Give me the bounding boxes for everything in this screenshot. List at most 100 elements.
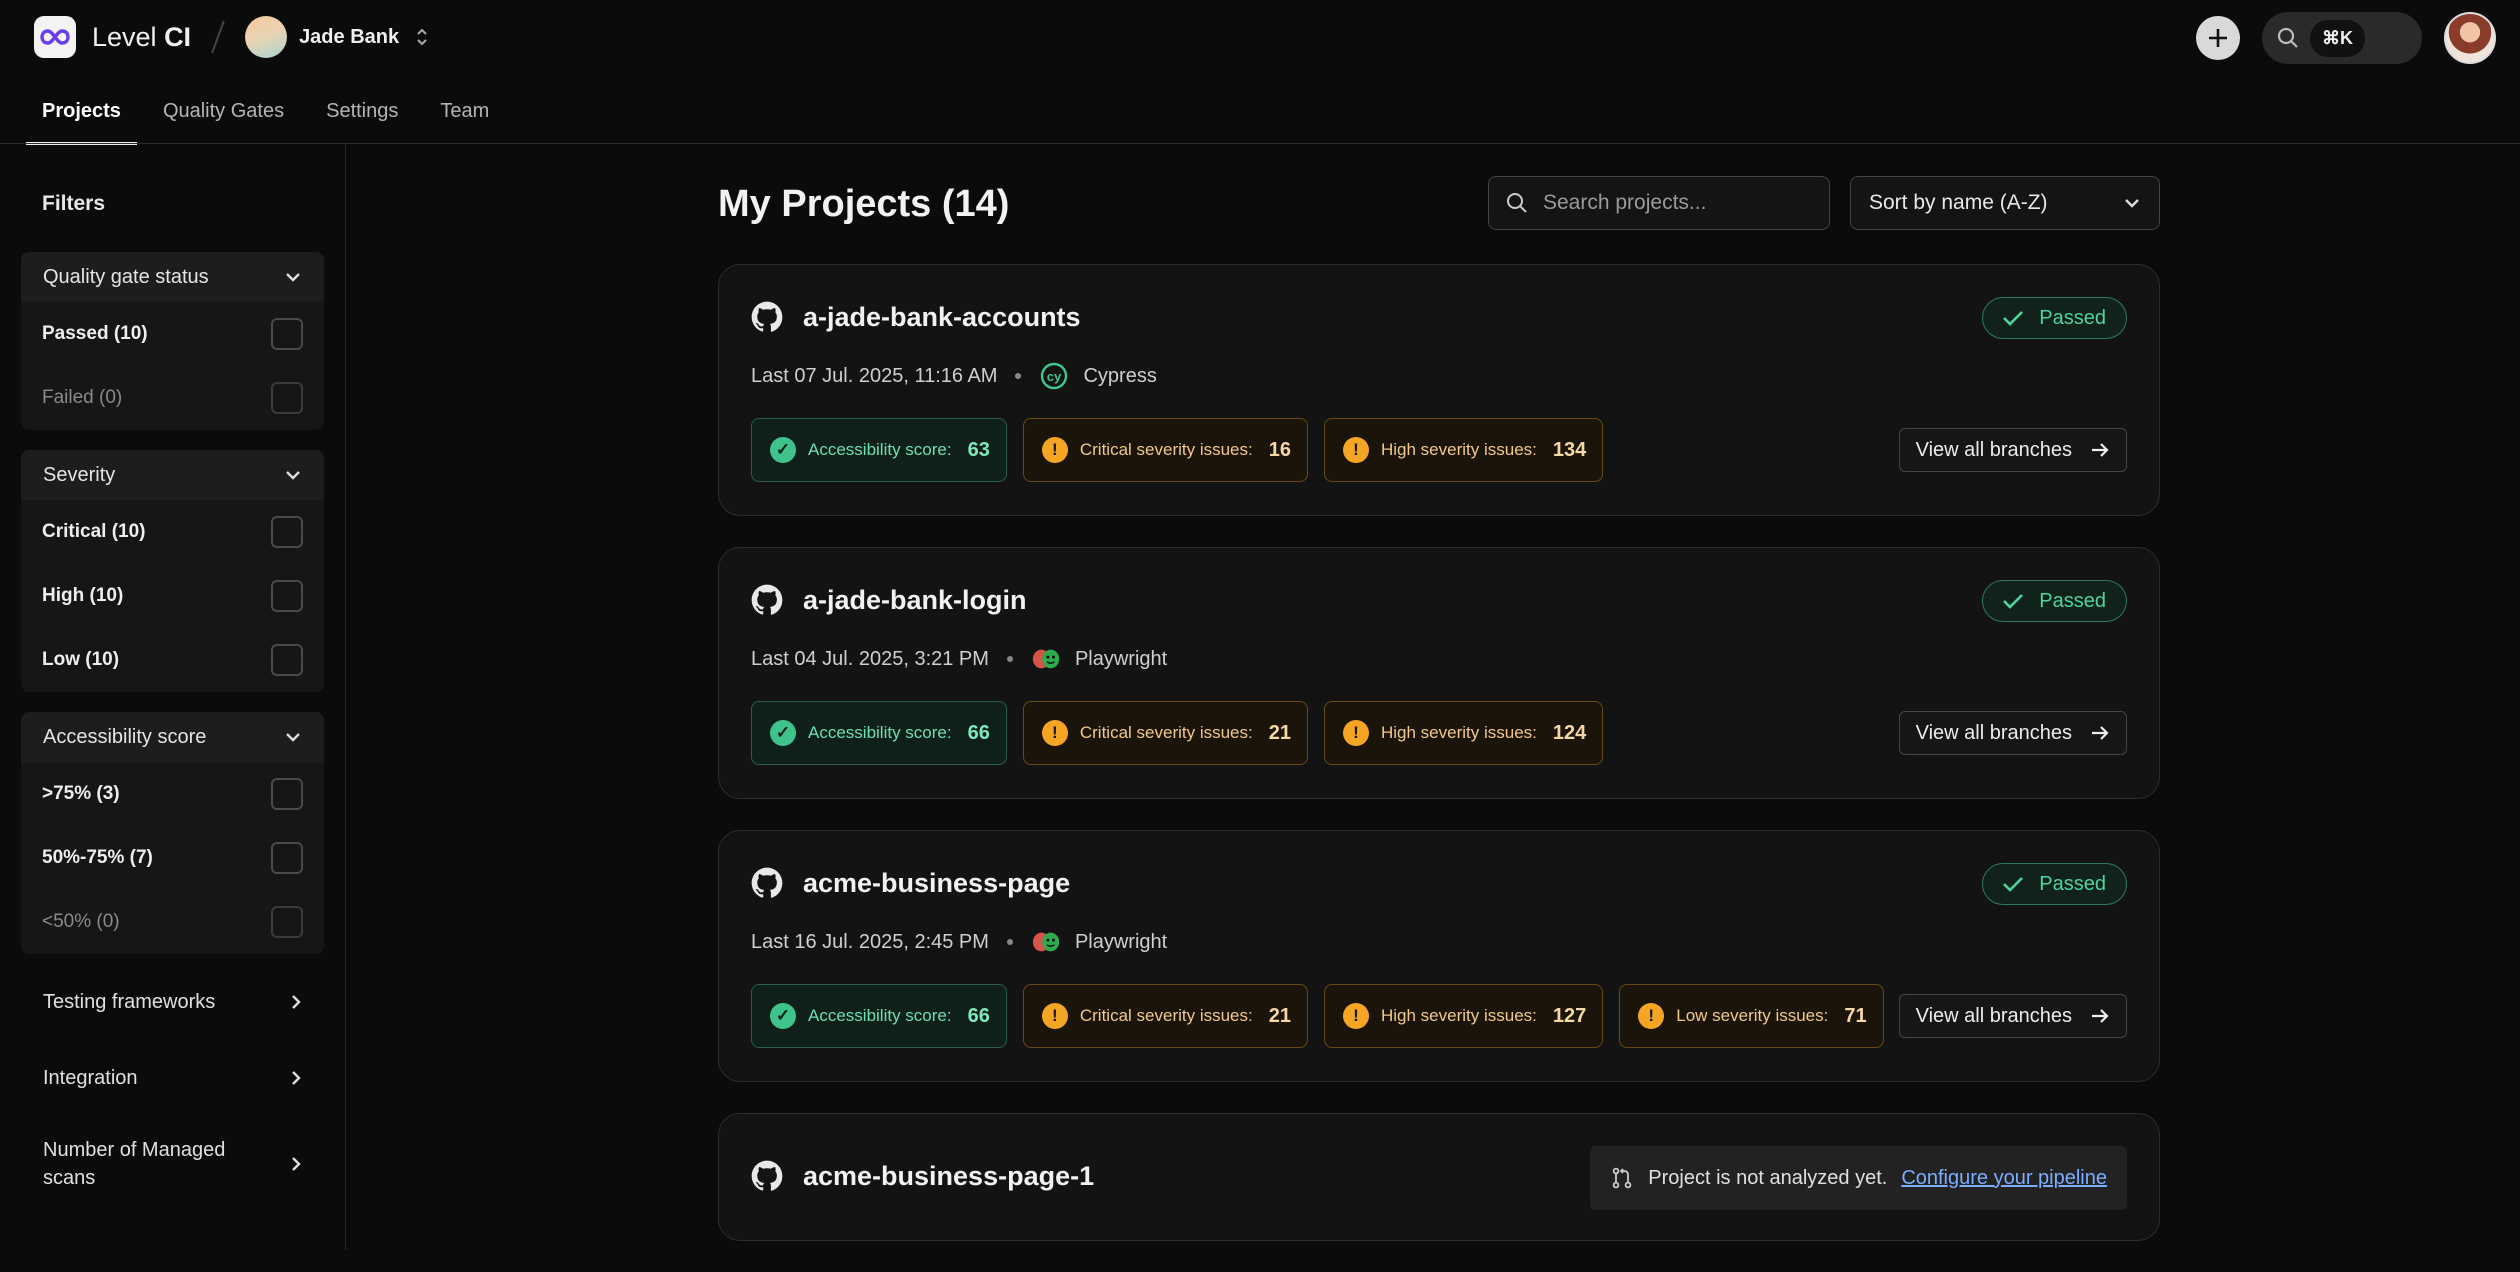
metric-value: 66	[967, 721, 990, 744]
filter-option-50-75[interactable]: 50%-75% (7)	[21, 826, 324, 890]
filter-option-low[interactable]: Low (10)	[21, 628, 324, 692]
chevron-down-icon	[286, 471, 300, 480]
tab-quality-gates[interactable]: Quality Gates	[147, 92, 300, 145]
project-title: a-jade-bank-login	[751, 584, 1027, 616]
filter-option-label: <50% (0)	[42, 911, 120, 932]
github-icon	[751, 584, 783, 615]
last-run-text: Last 16 Jul. 2025, 2:45 PM	[751, 930, 989, 953]
command-search-button[interactable]: ⌘K	[2262, 12, 2422, 64]
tab-settings[interactable]: Settings	[310, 92, 414, 145]
chevron-down-icon	[2125, 199, 2139, 208]
project-search[interactable]	[1488, 176, 1830, 230]
checkbox[interactable]	[271, 318, 303, 350]
high-issues-metric: ! High severity issues: 124	[1323, 701, 1604, 765]
view-branches-label: View all branches	[1915, 438, 2072, 461]
filter-group-header[interactable]: Severity	[21, 450, 324, 500]
project-card[interactable]: acme-business-page-1 Project is not anal…	[718, 1113, 2160, 1241]
svg-text:cy: cy	[1047, 369, 1062, 384]
checkbox[interactable]	[271, 644, 303, 676]
user-avatar[interactable]	[2444, 12, 2496, 64]
checkbox[interactable]	[271, 778, 303, 810]
chevron-right-icon	[292, 995, 301, 1009]
filter-option-critical[interactable]: Critical (10)	[21, 500, 324, 564]
filters-sidebar: Filters Quality gate status Passed (10) …	[0, 144, 346, 1250]
tab-team[interactable]: Team	[424, 92, 505, 145]
view-branches-label: View all branches	[1915, 721, 2072, 744]
checkbox[interactable]	[271, 842, 303, 874]
search-icon	[2277, 27, 2298, 48]
view-branches-button[interactable]: View all branches	[1898, 428, 2127, 472]
top-right-actions: ⌘K	[2196, 12, 2496, 64]
chevron-right-icon	[292, 1071, 301, 1085]
last-run-text: Last 04 Jul. 2025, 3:21 PM	[751, 647, 989, 670]
view-branches-button[interactable]: View all branches	[1898, 711, 2127, 755]
checkbox	[271, 382, 303, 414]
check-circle-icon: ✓	[770, 1003, 796, 1029]
metrics-row: ✓ Accessibility score: 66 ! Critical sev…	[751, 984, 1884, 1048]
org-switcher-chevron-icon[interactable]	[415, 27, 429, 47]
accessibility-score-metric: ✓ Accessibility score: 63	[751, 418, 1007, 482]
metrics-row: ✓ Accessibility score: 63 ! Critical sev…	[751, 418, 1604, 482]
playwright-icon	[1031, 927, 1061, 957]
project-card[interactable]: acme-business-page Passed Last 16 Jul. 2…	[718, 830, 2160, 1082]
top-bar: Level CI Jade Bank	[0, 0, 2520, 74]
chevron-right-icon	[292, 1157, 301, 1171]
plus-icon	[2209, 29, 2227, 47]
view-branches-label: View all branches	[1915, 1004, 2072, 1027]
separator-dot	[1006, 939, 1013, 945]
metric-value: 71	[1844, 1004, 1867, 1027]
filter-group-header[interactable]: Accessibility score	[21, 712, 324, 762]
warning-icon: !	[1041, 437, 1068, 463]
metric-label: High severity issues:	[1380, 723, 1537, 742]
filter-link-label: Integration	[43, 1066, 138, 1089]
filter-link-integration[interactable]: Integration	[21, 1040, 324, 1116]
checkbox[interactable]	[271, 580, 303, 612]
arrow-right-icon	[2092, 726, 2109, 740]
status-badge: Passed	[1982, 863, 2127, 905]
separator-dot	[1015, 373, 1022, 379]
create-button[interactable]	[2196, 16, 2240, 60]
view-branches-button[interactable]: View all branches	[1898, 994, 2127, 1038]
filter-link-testing-frameworks[interactable]: Testing frameworks	[21, 964, 324, 1040]
high-issues-metric: ! High severity issues: 127	[1323, 984, 1604, 1048]
separator-dot	[1006, 656, 1013, 662]
checkbox	[271, 906, 303, 938]
check-circle-icon: ✓	[770, 720, 796, 746]
filter-link-managed-scans[interactable]: Number of Managed scans	[21, 1116, 324, 1212]
project-card[interactable]: a-jade-bank-accounts Passed Last 07 Jul.…	[718, 264, 2160, 516]
brand-bold-text: CI	[164, 21, 192, 52]
checkbox[interactable]	[271, 516, 303, 548]
app-brand: Level CI	[92, 22, 191, 53]
org-name[interactable]: Jade Bank	[299, 26, 399, 49]
org-avatar[interactable]	[245, 16, 288, 58]
configure-pipeline-link[interactable]: Configure your pipeline	[1901, 1167, 2107, 1190]
sort-select[interactable]: Sort by name (A-Z)	[1850, 176, 2160, 230]
high-issues-metric: ! High severity issues: 134	[1323, 418, 1604, 482]
filter-group-accessibility: Accessibility score >75% (3) 50%-75% (7)…	[21, 712, 324, 954]
project-name[interactable]: acme-business-page	[803, 868, 1070, 899]
check-icon	[2003, 594, 2024, 609]
project-name[interactable]: a-jade-bank-login	[803, 585, 1027, 616]
tab-projects[interactable]: Projects	[26, 92, 137, 145]
metric-value: 66	[967, 1004, 990, 1027]
filter-option-high[interactable]: High (10)	[21, 564, 324, 628]
metric-label: Critical severity issues:	[1079, 1006, 1253, 1025]
chevron-down-icon	[286, 733, 300, 742]
search-input[interactable]	[1543, 191, 1813, 215]
warning-icon: !	[1342, 1003, 1369, 1029]
project-title: acme-business-page-1	[751, 1160, 1094, 1192]
filter-option-passed[interactable]: Passed (10)	[21, 302, 324, 366]
divider	[211, 20, 225, 54]
metrics-row: ✓ Accessibility score: 66 ! Critical sev…	[751, 701, 1604, 765]
filter-link-label: Number of Managed scans	[43, 1139, 226, 1189]
status-label: Passed	[2039, 872, 2106, 895]
filter-group-header[interactable]: Quality gate status	[21, 252, 324, 302]
project-name[interactable]: acme-business-page-1	[803, 1161, 1094, 1192]
chevron-down-icon	[286, 273, 300, 282]
project-card[interactable]: a-jade-bank-login Passed Last 04 Jul. 20…	[718, 547, 2160, 799]
metric-label: Accessibility score:	[808, 1006, 952, 1025]
filter-option-above-75[interactable]: >75% (3)	[21, 762, 324, 826]
filter-group-quality-gate: Quality gate status Passed (10) Failed (…	[21, 252, 324, 430]
infinity-logo-icon[interactable]	[34, 16, 76, 58]
project-name[interactable]: a-jade-bank-accounts	[803, 302, 1081, 333]
